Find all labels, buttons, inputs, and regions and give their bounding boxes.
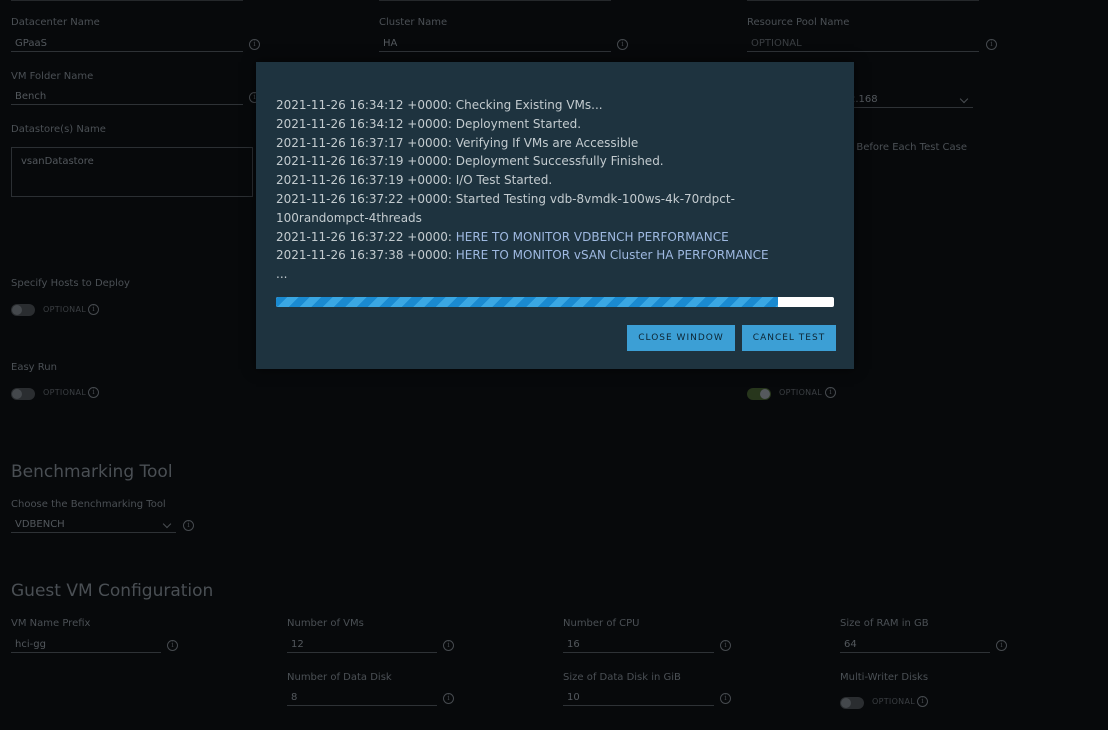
- log-line: 2021-11-26 16:34:12 +0000: Checking Exis…: [276, 96, 796, 115]
- close-window-button[interactable]: CLOSE WINDOW: [627, 325, 735, 351]
- choose-tool-label: Choose the Benchmarking Tool: [11, 499, 166, 510]
- multi-writer-toggle[interactable]: [840, 697, 864, 709]
- hosts-label: Specify Hosts to Deploy: [11, 278, 130, 289]
- test-log: 2021-11-26 16:34:12 +0000: Checking Exis…: [276, 96, 796, 284]
- log-text: 2021-11-26 16:34:12 +0000: Deployment St…: [276, 116, 582, 131]
- disk-size-input[interactable]: 10: [563, 690, 714, 706]
- num-vms-input[interactable]: 12: [287, 637, 437, 653]
- field-border-top: [11, 0, 243, 1]
- test-progress-modal: 2021-11-26 16:34:12 +0000: Checking Exis…: [256, 62, 854, 369]
- datastore-label: Datastore(s) Name: [11, 124, 106, 135]
- toggle-knob: [12, 389, 22, 399]
- log-line: ...: [276, 265, 796, 284]
- log-text: 2021-11-26 16:37:22 +0000:: [276, 229, 456, 244]
- field-border-top: [379, 0, 611, 1]
- field-border-top: [747, 0, 979, 1]
- resource-pool-input[interactable]: OPTIONAL: [747, 36, 979, 52]
- log-text: 2021-11-26 16:37:17 +0000: Verifying If …: [276, 135, 639, 150]
- vm-folder-label: VM Folder Name: [11, 71, 94, 82]
- num-cpu-label: Number of CPU: [563, 618, 640, 629]
- info-icon[interactable]: i: [167, 640, 178, 651]
- info-icon[interactable]: i: [720, 693, 731, 704]
- datastore-textarea[interactable]: vsanDatastore: [11, 147, 253, 197]
- log-line: 2021-11-26 16:37:17 +0000: Verifying If …: [276, 134, 796, 153]
- log-line: 2021-11-26 16:37:38 +0000: HERE TO MONIT…: [276, 246, 796, 265]
- optional-text: OPTIONAL: [43, 305, 86, 314]
- info-icon[interactable]: i: [986, 39, 997, 50]
- toggle-knob: [760, 389, 770, 399]
- log-line: 2021-11-26 16:37:22 +0000: Started Testi…: [276, 190, 796, 228]
- ram-input[interactable]: 64: [840, 637, 990, 653]
- ram-label: Size of RAM in GB: [840, 618, 929, 629]
- info-icon[interactable]: i: [996, 640, 1007, 651]
- log-line: 2021-11-26 16:37:22 +0000: HERE TO MONIT…: [276, 228, 796, 247]
- num-vms-label: Number of VMs: [287, 618, 364, 629]
- info-icon[interactable]: i: [443, 640, 454, 651]
- resource-pool-label: Resource Pool Name: [747, 17, 850, 28]
- right-option-label: e Before Each Test Case: [847, 142, 968, 153]
- datacenter-label: Datacenter Name: [11, 17, 100, 28]
- info-icon[interactable]: i: [917, 696, 928, 707]
- log-text: 2021-11-26 16:34:12 +0000: Checking Exis…: [276, 98, 603, 112]
- optional-text: OPTIONAL: [779, 388, 822, 397]
- progress-bar: [276, 297, 834, 307]
- info-icon[interactable]: i: [617, 39, 628, 50]
- log-text: ...: [276, 267, 288, 282]
- num-disk-input[interactable]: 8: [287, 690, 437, 706]
- log-text: 2021-11-26 16:37:38 +0000:: [276, 248, 456, 263]
- monitor-link[interactable]: HERE TO MONITOR vSAN Cluster HA PERFORMA…: [456, 248, 769, 262]
- num-disk-label: Number of Data Disk: [287, 672, 392, 683]
- right-toggle[interactable]: [747, 388, 771, 400]
- easy-run-toggle[interactable]: [11, 388, 35, 400]
- datacenter-input[interactable]: GPaaS: [11, 36, 243, 52]
- info-icon[interactable]: i: [88, 304, 99, 315]
- info-icon[interactable]: i: [443, 693, 454, 704]
- benchmarking-title: Benchmarking Tool: [11, 462, 173, 482]
- monitor-link[interactable]: HERE TO MONITOR VDBENCH PERFORMANCE: [456, 230, 729, 244]
- log-text: 2021-11-26 16:37:19 +0000: I/O Test Star…: [276, 173, 553, 188]
- hosts-toggle[interactable]: [11, 304, 35, 316]
- vm-folder-input[interactable]: Bench: [11, 89, 243, 105]
- disk-size-label: Size of Data Disk in GiB: [563, 672, 681, 683]
- toggle-knob: [841, 698, 851, 708]
- cancel-test-button[interactable]: CANCEL TEST: [742, 325, 836, 351]
- log-line: 2021-11-26 16:34:12 +0000: Deployment St…: [276, 115, 796, 134]
- easy-run-label: Easy Run: [11, 362, 57, 373]
- num-cpu-input[interactable]: 16: [563, 637, 714, 653]
- log-line: 2021-11-26 16:37:19 +0000: I/O Test Star…: [276, 171, 796, 190]
- cluster-input[interactable]: HA: [379, 36, 611, 52]
- log-text: 2021-11-26 16:37:22 +0000: Started Testi…: [276, 191, 735, 225]
- info-icon[interactable]: i: [183, 520, 194, 531]
- optional-text: OPTIONAL: [43, 388, 86, 397]
- benchmark-tool-select[interactable]: VDBENCH: [11, 517, 176, 533]
- vm-prefix-input[interactable]: hci-gg: [11, 637, 161, 653]
- info-icon[interactable]: i: [249, 39, 260, 50]
- log-text: 2021-11-26 16:37:19 +0000: Deployment Su…: [276, 154, 664, 169]
- network-select[interactable]: 2.168: [845, 92, 973, 108]
- guest-vm-title: Guest VM Configuration: [11, 581, 214, 601]
- vm-prefix-label: VM Name Prefix: [11, 618, 91, 629]
- info-icon[interactable]: i: [720, 640, 731, 651]
- multi-writer-label: Multi-Writer Disks: [840, 672, 929, 683]
- optional-text: OPTIONAL: [872, 697, 915, 706]
- toggle-knob: [12, 305, 22, 315]
- progress-bar-fill: [276, 297, 779, 307]
- info-icon[interactable]: i: [88, 387, 99, 398]
- info-icon[interactable]: i: [825, 387, 836, 398]
- log-line: 2021-11-26 16:37:19 +0000: Deployment Su…: [276, 152, 796, 171]
- cluster-label: Cluster Name: [379, 17, 448, 28]
